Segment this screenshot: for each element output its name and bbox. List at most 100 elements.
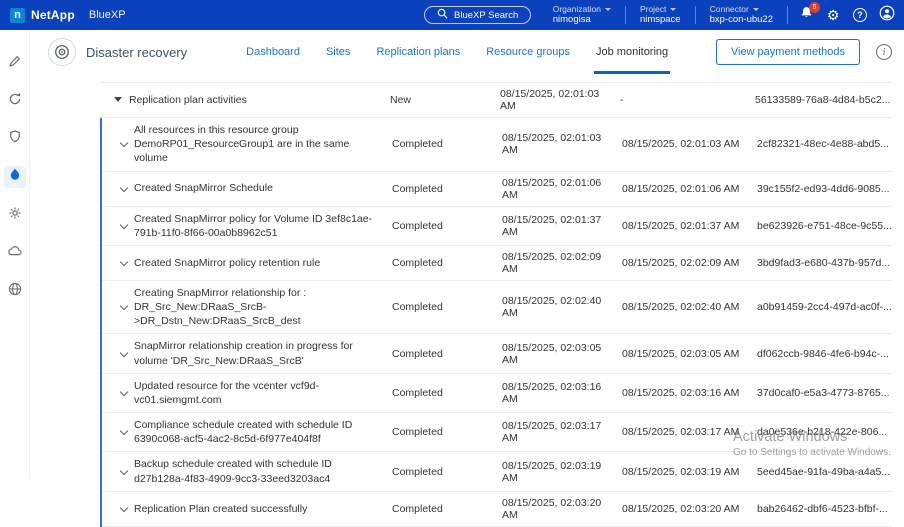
table-row[interactable]: All resources in this resource group Dem… — [102, 118, 892, 172]
expanded-activities-group: All resources in this resource group Dem… — [100, 118, 892, 527]
row-end-time: 08/15/2025, 02:03:05 AM — [622, 348, 757, 360]
netapp-logo-icon[interactable]: n — [10, 8, 25, 23]
organization-label: Organization — [553, 4, 601, 14]
row-status: Completed — [392, 301, 502, 313]
row-end-time: - — [620, 94, 755, 106]
organization-menu[interactable]: Organization nimogisa — [548, 4, 616, 26]
row-status: Completed — [392, 257, 502, 269]
row-activity: All resources in this resource group Dem… — [134, 123, 384, 166]
row-status: Completed — [392, 466, 502, 478]
tab-sites[interactable]: Sites — [313, 30, 363, 74]
organization-value: nimogisa — [553, 14, 611, 25]
table-row[interactable]: Replication plan activities New 08/15/20… — [100, 83, 892, 118]
divider — [625, 6, 626, 24]
row-expander-icon[interactable] — [120, 183, 128, 191]
row-end-time: 08/15/2025, 02:03:20 AM — [622, 503, 757, 515]
table-row[interactable]: Updated resource for the vcenter vcf9d-v… — [102, 374, 892, 413]
notifications-button[interactable]: 5 — [797, 6, 815, 24]
row-expander-icon[interactable] — [120, 388, 128, 396]
row-expander-icon[interactable] — [114, 97, 122, 102]
row-id: df062ccb-9846-4fe6-b94c-... — [757, 348, 892, 360]
sidebar-item-6[interactable] — [4, 242, 26, 264]
row-start-time: 08/15/2025, 02:03:17 AM — [502, 420, 622, 444]
row-expander-icon[interactable] — [120, 220, 128, 228]
pencil-icon — [7, 53, 23, 74]
tab-resource-groups[interactable]: Resource groups — [473, 30, 583, 74]
view-payment-methods-button[interactable]: View payment methods — [716, 39, 860, 65]
row-start-time: 08/15/2025, 02:03:19 AM — [502, 460, 622, 484]
table-row[interactable]: Created SnapMirror Schedule Completed 08… — [102, 172, 892, 207]
row-expander-icon[interactable] — [120, 503, 128, 511]
table-row[interactable]: Backup schedule created with schedule ID… — [102, 452, 892, 491]
table-row[interactable]: Created SnapMirror policy retention rule… — [102, 246, 892, 281]
connector-menu[interactable]: Connector bxp-con-ubu22 — [705, 4, 778, 26]
chevron-down-icon — [753, 8, 759, 11]
account-icon — [879, 5, 895, 26]
sidebar-item-1[interactable] — [4, 52, 26, 74]
notification-badge: 5 — [809, 2, 820, 13]
row-activity: Creating SnapMirror relationship for : D… — [134, 286, 384, 329]
brand[interactable]: n NetApp BlueXP — [0, 8, 126, 23]
row-activity: Created SnapMirror policy retention rule — [134, 256, 320, 270]
row-activity: SnapMirror relationship creation in prog… — [134, 339, 384, 367]
row-expander-icon[interactable] — [120, 348, 128, 356]
search-icon — [437, 8, 448, 22]
settings-button[interactable]: ⚙ — [824, 6, 842, 24]
left-sidebar — [0, 30, 30, 478]
row-end-time: 08/15/2025, 02:02:40 AM — [622, 301, 757, 313]
topbar-right: Organization nimogisa Project nimspace C… — [548, 0, 896, 30]
sidebar-item-disaster-recovery[interactable] — [4, 166, 26, 188]
row-expander-icon[interactable] — [120, 466, 128, 474]
row-end-time: 08/15/2025, 02:01:03 AM — [622, 138, 757, 150]
row-expander-icon[interactable] — [120, 139, 128, 147]
row-activity: Compliance schedule created with schedul… — [134, 418, 384, 446]
brand-name: NetApp — [31, 8, 75, 22]
info-icon[interactable]: i — [876, 44, 892, 60]
divider — [695, 6, 696, 24]
tab-job-monitoring[interactable]: Job monitoring — [583, 30, 681, 74]
search-placeholder: BlueXP Search — [454, 10, 518, 21]
row-status: Completed — [392, 138, 502, 150]
project-value: nimspace — [640, 14, 681, 25]
row-id: bab26462-dbf6-4523-bfbf-... — [757, 503, 892, 515]
bluexp-search[interactable]: BlueXP Search — [424, 6, 531, 24]
row-id: a0b91459-2cc4-497d-ac0f-... — [757, 301, 892, 313]
sidebar-item-2[interactable] — [4, 90, 26, 112]
row-activity: Created SnapMirror policy for Volume ID … — [134, 212, 384, 240]
row-id: 3bd9fad3-e680-437b-957d... — [757, 257, 892, 269]
row-activity: Backup schedule created with schedule ID… — [134, 457, 384, 485]
table-row[interactable]: Compliance schedule created with schedul… — [102, 413, 892, 452]
sync-icon — [7, 91, 23, 112]
row-start-time: 08/15/2025, 02:02:40 AM — [502, 295, 622, 319]
tab-bar: Dashboard Sites Replication plans Resour… — [233, 30, 681, 74]
table-row[interactable]: Creating SnapMirror relationship for : D… — [102, 281, 892, 335]
row-id: 56133589-76a8-4d84-b5c2... — [755, 94, 892, 106]
sidebar-item-5[interactable] — [4, 204, 26, 226]
help-button[interactable]: ? — [851, 6, 869, 24]
table-row[interactable]: SnapMirror relationship creation in prog… — [102, 334, 892, 373]
row-expander-icon[interactable] — [120, 258, 128, 266]
row-start-time: 08/15/2025, 02:03:16 AM — [502, 381, 622, 405]
disaster-recovery-service-icon — [48, 38, 76, 66]
row-status: Completed — [392, 503, 502, 515]
row-status: Completed — [392, 348, 502, 360]
sidebar-item-7[interactable] — [4, 280, 26, 302]
table-row[interactable]: Created SnapMirror policy for Volume ID … — [102, 207, 892, 246]
row-start-time: 08/15/2025, 02:03:05 AM — [502, 342, 622, 366]
row-expander-icon[interactable] — [120, 427, 128, 435]
row-start-time: 08/15/2025, 02:01:03 AM — [500, 88, 620, 112]
tab-dashboard[interactable]: Dashboard — [233, 30, 313, 74]
help-icon: ? — [853, 8, 867, 22]
row-activity: Created SnapMirror Schedule — [134, 181, 273, 195]
project-menu[interactable]: Project nimspace — [635, 4, 686, 26]
row-expander-icon[interactable] — [120, 302, 128, 310]
sidebar-item-3[interactable] — [4, 128, 26, 150]
connector-label: Connector — [710, 4, 749, 14]
row-id: 39c155f2-ed93-4dd6-9085... — [757, 183, 892, 195]
row-id: 2cf82321-48ec-4e88-abd5... — [757, 138, 892, 150]
tab-replication-plans[interactable]: Replication plans — [363, 30, 473, 74]
table-row[interactable]: Replication Plan created successfully Co… — [102, 492, 892, 527]
account-button[interactable] — [878, 6, 896, 24]
row-id: 5eed45ae-91fa-49ba-a4a5... — [757, 466, 892, 478]
row-end-time: 08/15/2025, 02:02:09 AM — [622, 257, 757, 269]
